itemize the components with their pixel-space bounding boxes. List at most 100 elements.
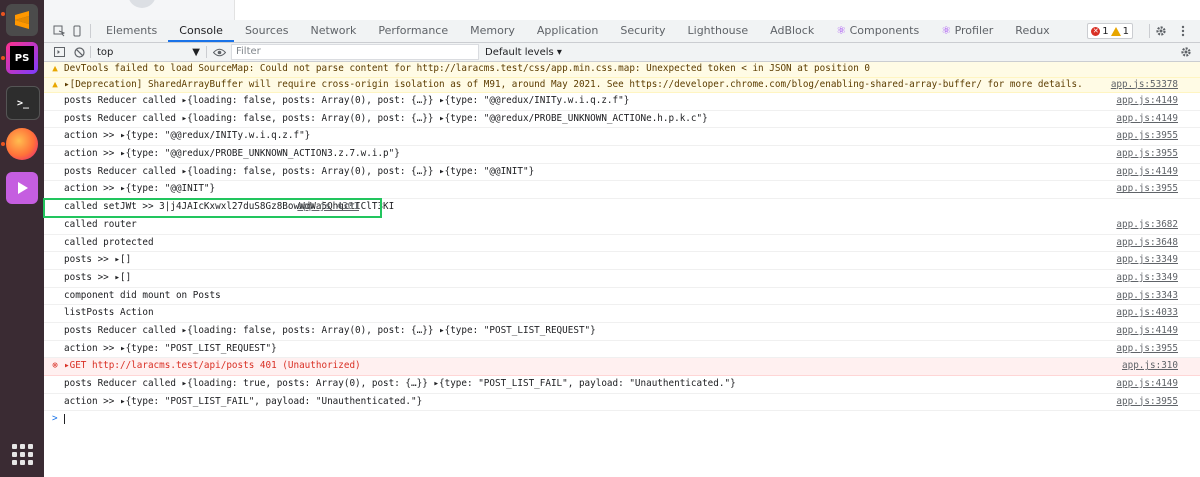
console-message-text: action >> ▸{type: "@@INIT"} xyxy=(64,183,216,195)
issues-counter[interactable]: ✕ 1 1 xyxy=(1087,23,1133,39)
phpstorm-icon[interactable]: PS xyxy=(6,42,38,74)
console-log-row[interactable]: listPosts Action app.js:4033 xyxy=(44,305,1200,323)
log-levels-dropdown[interactable]: Default levels ▾ xyxy=(485,47,562,58)
context-value: top xyxy=(97,46,114,58)
source-link[interactable]: app.js:4149 xyxy=(1116,376,1178,393)
console-messages: ▲ DevTools failed to load SourceMap: Coul… xyxy=(43,62,1200,477)
tab-elements[interactable]: Elements xyxy=(95,20,168,42)
source-link[interactable]: app.js:3648 xyxy=(1116,235,1178,252)
source-link[interactable]: app.js:3955 xyxy=(1116,146,1178,163)
console-log-row[interactable]: posts >> ▸[] app.js:3349 xyxy=(44,252,1200,270)
source-link[interactable]: app.js:4033 xyxy=(1116,305,1178,322)
console-error-row[interactable]: ⊗ ▸GET http://laracms.test/api/posts 401 … xyxy=(44,358,1200,376)
console-log-row[interactable]: action >> ▸{type: "@@redux/INITy.w.i.q.z… xyxy=(44,128,1200,147)
source-link[interactable]: app.js:4149 xyxy=(1116,323,1178,340)
source-link[interactable]: app.js:4149 xyxy=(1116,93,1178,110)
tab-label: Profiler xyxy=(954,24,994,37)
console-log-row[interactable]: posts Reducer called ▸{loading: false, p… xyxy=(44,93,1200,111)
show-applications-icon[interactable] xyxy=(12,444,33,465)
prompt-chevron-icon: > xyxy=(52,413,58,425)
terminal-icon[interactable]: >_ xyxy=(6,86,40,120)
tab-profiler[interactable]: ⚛ Profiler xyxy=(930,20,1004,42)
console-message-text: posts >> ▸[] xyxy=(64,271,132,283)
tab-application[interactable]: Application xyxy=(526,20,609,42)
source-link[interactable]: app.js:4301 xyxy=(297,199,359,216)
console-prompt[interactable]: > xyxy=(44,411,1200,427)
source-link[interactable]: app.js:310 xyxy=(1122,358,1178,375)
source-link[interactable]: app.js:3343 xyxy=(1116,288,1178,305)
live-expression-eye-icon[interactable] xyxy=(207,48,231,57)
tab-network[interactable]: Network xyxy=(299,20,367,42)
tab-lighthouse[interactable]: Lighthouse xyxy=(677,20,760,42)
tab-sources[interactable]: Sources xyxy=(234,20,300,42)
console-message-text: action >> ▸{type: "@@redux/PROBE_UNKNOWN… xyxy=(64,148,400,160)
source-link[interactable]: app.js:3955 xyxy=(1116,394,1178,411)
console-log-row[interactable]: posts >> ▸[] app.js:3349 xyxy=(44,270,1200,288)
console-message-text: posts >> ▸[] xyxy=(64,254,132,266)
console-log-row[interactable]: component did mount on Posts app.js:3343 xyxy=(44,288,1200,306)
error-icon: ⊗ xyxy=(52,360,58,372)
running-indicator xyxy=(1,12,5,16)
console-message-text: ▸GET http://laracms.test/api/posts 401 (… xyxy=(64,360,361,372)
console-warning-row[interactable]: ▲ DevTools failed to load SourceMap: Coul… xyxy=(44,62,1200,78)
sublime-text-icon[interactable] xyxy=(6,4,38,36)
tab-security[interactable]: Security xyxy=(609,20,676,42)
warning-icon: ▲ xyxy=(52,63,58,74)
tab-redux[interactable]: Redux xyxy=(1004,20,1060,42)
console-log-row[interactable]: posts Reducer called ▸{loading: false, p… xyxy=(44,323,1200,341)
console-message-text: action >> ▸{type: "POST_LIST_FAIL", payl… xyxy=(64,395,423,407)
dropdown-arrow-icon: ▼ xyxy=(192,46,200,58)
devtools-tabbar: Elements Console Sources Network Perform… xyxy=(44,20,1200,43)
source-link[interactable]: app.js:4149 xyxy=(1116,164,1178,181)
more-options-icon[interactable] xyxy=(1174,22,1192,40)
tab-label: Components xyxy=(849,24,920,37)
text-caret xyxy=(63,413,65,424)
firefox-icon[interactable] xyxy=(6,128,38,160)
console-message-text: posts Reducer called ▸{loading: false, p… xyxy=(64,165,535,177)
context-selector[interactable]: top ▼ xyxy=(91,47,206,58)
console-log-row[interactable]: called router app.js:3682 xyxy=(44,217,1200,235)
media-player-icon[interactable] xyxy=(6,172,38,204)
console-settings-icon[interactable] xyxy=(1180,46,1192,61)
source-link[interactable]: app.js:4149 xyxy=(1116,111,1178,128)
console-toolbar: top ▼ Filter Default levels ▾ xyxy=(44,43,1200,62)
device-toggle-icon[interactable] xyxy=(68,22,86,40)
console-message-text: ▸[Deprecation] SharedArrayBuffer will re… xyxy=(64,78,1083,90)
error-count: 1 xyxy=(1102,25,1109,37)
console-log-row[interactable]: called setJWt >> 3|j4JAIcKxwxl27duS8Gz8B… xyxy=(43,198,394,218)
tab-components[interactable]: ⚛ Components xyxy=(825,20,930,42)
source-link[interactable]: app.js:3349 xyxy=(1116,270,1178,287)
error-icon: ✕ xyxy=(1091,26,1101,36)
console-log-row[interactable]: posts Reducer called ▸{loading: false, p… xyxy=(44,111,1200,129)
source-link[interactable]: app.js:53378 xyxy=(1111,78,1178,93)
source-link[interactable]: app.js:3955 xyxy=(1116,341,1178,358)
tab-memory[interactable]: Memory xyxy=(459,20,526,42)
console-message-text: posts Reducer called ▸{loading: false, p… xyxy=(64,112,708,124)
clear-console-icon[interactable] xyxy=(68,46,90,58)
tab-performance[interactable]: Performance xyxy=(367,20,459,42)
running-indicator xyxy=(1,142,5,146)
warning-count: 1 xyxy=(1122,25,1129,37)
console-log-row[interactable]: action >> ▸{type: "POST_LIST_REQUEST"} ap… xyxy=(44,341,1200,359)
warning-icon xyxy=(1110,26,1121,36)
tab-console[interactable]: Console xyxy=(168,20,234,42)
console-log-row[interactable]: action >> ▸{type: "@@INIT"} app.js:3955 xyxy=(44,181,1200,200)
console-log-row[interactable]: action >> ▸{type: "POST_LIST_FAIL", payl… xyxy=(44,394,1200,412)
inspect-element-icon[interactable] xyxy=(50,22,68,40)
console-log-row[interactable]: called protected app.js:3648 xyxy=(44,235,1200,253)
source-link[interactable]: app.js:3955 xyxy=(1116,128,1178,145)
console-log-row[interactable]: action >> ▸{type: "@@redux/PROBE_UNKNOWN… xyxy=(44,146,1200,164)
react-icon: ⚛ xyxy=(941,24,952,37)
source-link[interactable]: app.js:3682 xyxy=(1116,217,1178,234)
filter-input[interactable]: Filter xyxy=(231,44,479,60)
tab-adblock[interactable]: AdBlock xyxy=(759,20,825,42)
settings-gear-icon[interactable] xyxy=(1152,22,1170,40)
avatar xyxy=(128,0,156,8)
console-log-row[interactable]: posts Reducer called ▸{loading: false, p… xyxy=(44,164,1200,182)
console-log-row[interactable]: posts Reducer called ▸{loading: true, po… xyxy=(44,376,1200,394)
source-link[interactable]: app.js:3349 xyxy=(1116,252,1178,269)
sidebar-toggle-icon[interactable] xyxy=(50,47,68,57)
console-warning-row[interactable]: ▲ ▸[Deprecation] SharedArrayBuffer will r… xyxy=(44,77,1200,93)
console-message-text: component did mount on Posts xyxy=(64,289,221,301)
source-link[interactable]: app.js:3955 xyxy=(1116,181,1178,198)
